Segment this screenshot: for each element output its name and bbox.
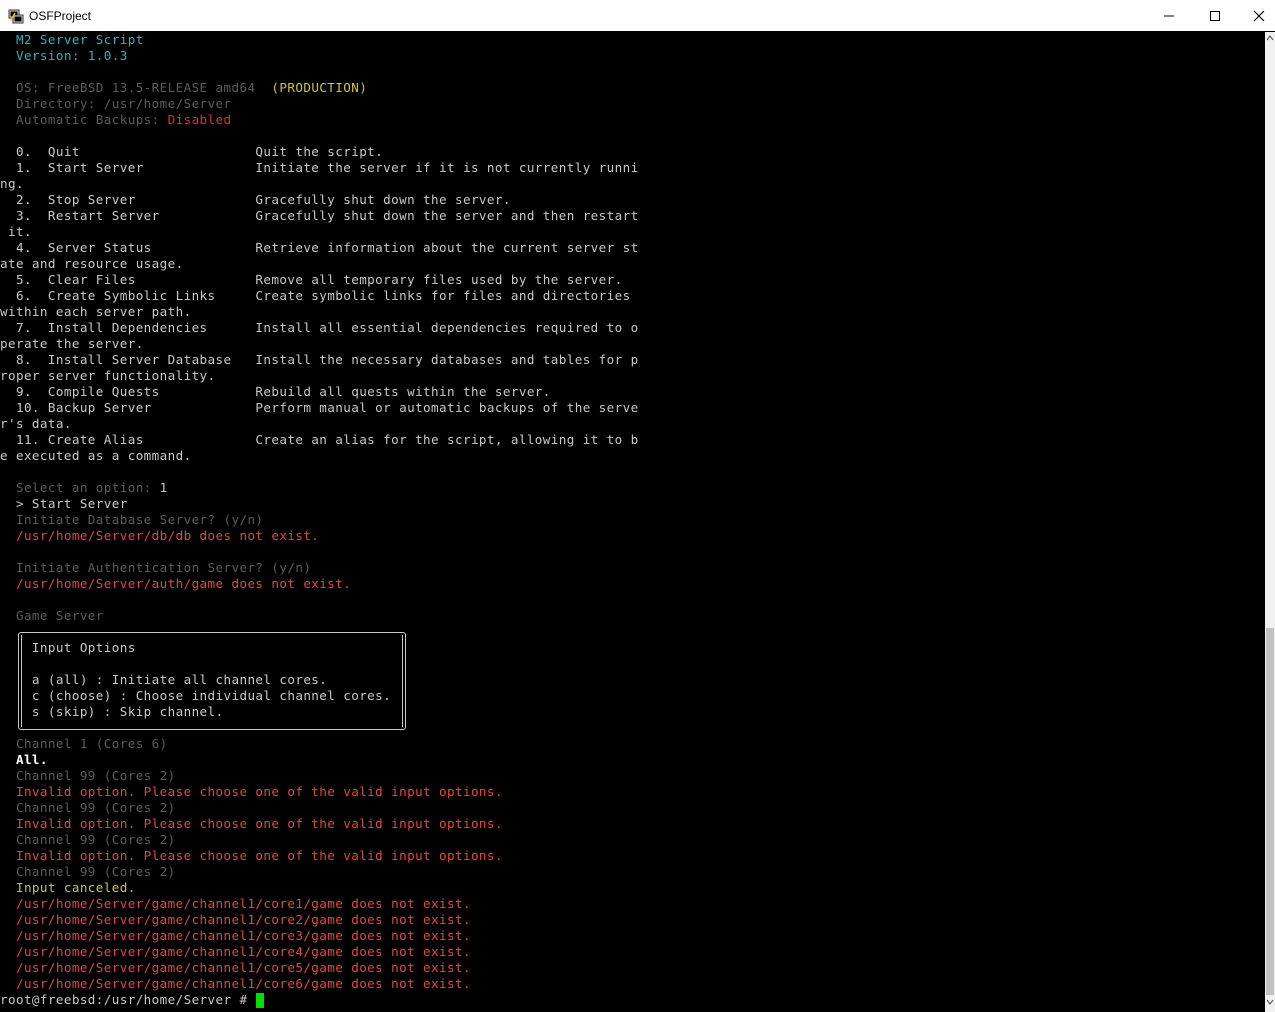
menu-line: e executed as a command. xyxy=(0,448,192,463)
menu-line: 6. Create Symbolic Links Create symbolic… xyxy=(0,288,631,303)
menu-line: 0. Quit Quit the script. xyxy=(0,144,384,159)
menu-line: 3. Restart Server Gracefully shut down t… xyxy=(0,208,639,223)
channel1-prompt: Channel 1 (Cores 6) xyxy=(0,736,168,751)
script-title: M2 Server Script xyxy=(0,32,144,47)
core-error-line: /usr/home/Server/game/channel1/core1/gam… xyxy=(0,896,471,911)
directory-info: Directory: /usr/home/Server xyxy=(0,96,232,111)
select-prompt-label: Select an option: xyxy=(0,480,160,495)
invalid-option-msg: Invalid option. Please choose one of the… xyxy=(0,784,503,799)
terminal-cursor xyxy=(256,993,264,1008)
channel99-prompt: Channel 99 (Cores 2) xyxy=(0,864,176,879)
scroll-down-icon[interactable] xyxy=(1266,998,1274,1006)
menu-line: perate the server. xyxy=(0,336,144,351)
window-title: OSFProject xyxy=(29,9,92,23)
menu-line: 2. Stop Server Gracefully shut down the … xyxy=(0,192,511,207)
menu-line: 8. Install Server Database Install the n… xyxy=(0,352,639,367)
menu-line: ate and resource usage. xyxy=(0,256,184,271)
select-prompt: Select an option: 1 xyxy=(0,480,168,496)
menu-line: r's data. xyxy=(0,416,72,431)
selected-echo: > Start Server xyxy=(0,496,128,511)
menu-line: 5. Clear Files Remove all temporary file… xyxy=(0,272,623,287)
auth-error: /usr/home/Server/auth/game does not exis… xyxy=(0,576,352,591)
menu-line: 9. Compile Quests Rebuild all quests wit… xyxy=(0,384,551,399)
backups-info: Automatic Backups: Disabled xyxy=(0,112,231,128)
core-error-line: /usr/home/Server/game/channel1/core2/gam… xyxy=(0,912,471,927)
invalid-option-msg: Invalid option. Please choose one of the… xyxy=(0,816,503,831)
minimize-icon xyxy=(1164,15,1174,17)
core-error-line: /usr/home/Server/game/channel1/core5/gam… xyxy=(0,960,471,975)
db-error: /usr/home/Server/db/db does not exist. xyxy=(0,528,320,543)
maximize-button[interactable] xyxy=(1192,0,1238,31)
menu-line: 11. Create Alias Create an alias for the… xyxy=(0,432,639,447)
close-icon xyxy=(1253,10,1265,22)
menu-line: 7. Install Dependencies Install all esse… xyxy=(0,320,639,335)
core-error-line: /usr/home/Server/game/channel1/core4/gam… xyxy=(0,944,471,959)
menu-line: within each server path. xyxy=(0,304,192,319)
putty-icon xyxy=(8,8,24,24)
game-server-label: Game Server xyxy=(0,608,104,623)
os-info-text: OS: FreeBSD 13.5-RELEASE amd64 xyxy=(0,80,256,95)
os-info: OS: FreeBSD 13.5-RELEASE amd64 (PRODUCTI… xyxy=(0,80,367,96)
shell-prompt[interactable]: root@freebsd:/usr/home/Server # xyxy=(0,992,255,1008)
scroll-up-icon[interactable] xyxy=(1266,34,1274,42)
menu-line: 10. Backup Server Perform manual or auto… xyxy=(0,400,639,415)
menu-line: ng. xyxy=(0,176,24,191)
window-titlebar: OSFProject xyxy=(0,0,1275,31)
invalid-option-msg: Invalid option. Please choose one of the… xyxy=(0,848,503,863)
menu-line: roper server functionality. xyxy=(0,368,216,383)
core-error-line: /usr/home/Server/game/channel1/core3/gam… xyxy=(0,928,471,943)
core-error-line: /usr/home/Server/game/channel1/core6/gam… xyxy=(0,976,471,991)
script-version: Version: 1.0.3 xyxy=(0,48,128,63)
channel99-prompt: Channel 99 (Cores 2) xyxy=(0,800,176,815)
menu-line: 1. Start Server Initiate the server if i… xyxy=(0,160,639,175)
channel99-prompt: Channel 99 (Cores 2) xyxy=(0,832,176,847)
minimize-button[interactable] xyxy=(1146,0,1192,31)
db-prompt: Initiate Database Server? (y/n) xyxy=(0,512,264,527)
close-button[interactable] xyxy=(1236,0,1275,31)
input-canceled-msg: Input canceled. xyxy=(0,880,136,895)
channel99-prompt: Channel 99 (Cores 2) xyxy=(0,768,176,783)
input-options-box xyxy=(18,632,406,730)
backups-label: Automatic Backups: xyxy=(0,112,168,127)
auth-prompt: Initiate Authentication Server? (y/n) xyxy=(0,560,312,575)
channel1-answer: All. xyxy=(0,752,48,767)
maximize-icon xyxy=(1210,11,1220,21)
scrollbar-thumb[interactable] xyxy=(1266,628,1274,995)
menu-line: 4. Server Status Retrieve information ab… xyxy=(0,240,639,255)
backups-status: Disabled xyxy=(167,112,232,127)
terminal-area[interactable]: M2 Server Script Version: 1.0.3 OS: Free… xyxy=(0,32,1265,1012)
select-value: 1 xyxy=(159,480,168,495)
menu-line: it. xyxy=(0,224,32,239)
env-badge: (PRODUCTION) xyxy=(271,80,368,95)
